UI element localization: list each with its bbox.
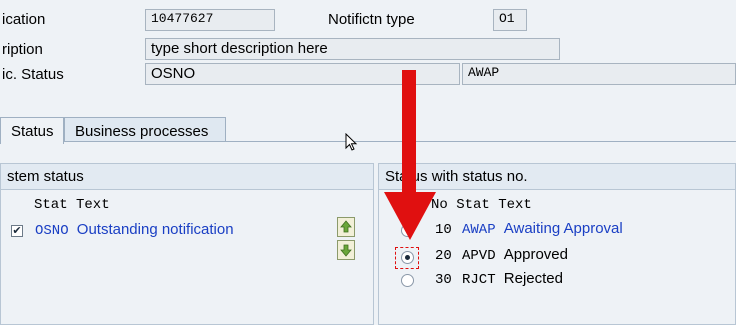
status-row-30: 30 RJCT Rejected (435, 270, 563, 288)
description-field[interactable]: type short description here (145, 38, 560, 60)
radio-selected-dot (405, 255, 410, 260)
status-row-20: 20 APVD Approved (435, 246, 568, 264)
notification-number-field[interactable]: 10477627 (145, 9, 275, 31)
status-code: APVD (461, 248, 496, 264)
user-status-column-header: No Stat Text (431, 197, 532, 213)
notification-type-field[interactable]: O1 (493, 9, 527, 31)
status-label: ic. Status (2, 66, 64, 83)
status-radio-30[interactable] (401, 274, 414, 287)
tab-status[interactable]: Status (0, 117, 64, 144)
status-text: Approved (503, 246, 568, 263)
status-code: RJCT (461, 272, 496, 288)
move-down-icon[interactable] (337, 240, 355, 260)
system-status-checkbox[interactable]: ✔ (11, 225, 23, 237)
notification-type-label: Notifictn type (328, 11, 415, 28)
mouse-cursor-icon (345, 133, 358, 151)
status-text: Rejected (503, 270, 563, 287)
status-row-10: 10 AWAP Awaiting Approval (435, 220, 623, 238)
status-no: 20 (435, 248, 452, 264)
description-label: ription (2, 41, 43, 58)
system-status-code: OSNO (35, 223, 69, 239)
status-radio-20[interactable] (401, 251, 414, 264)
red-arrow-annotation (384, 70, 436, 240)
move-up-icon[interactable] (337, 217, 355, 237)
status-code: AWAP (461, 222, 496, 238)
status-text: Awaiting Approval (503, 220, 623, 237)
tab-business-processes[interactable]: Business processes (64, 117, 226, 141)
system-status-panel: stem status Stat Text ✔ OSNO Outstanding… (0, 163, 374, 325)
system-status-row: OSNO Outstanding notification (35, 221, 234, 239)
system-status-title: stem status (1, 164, 373, 190)
system-status-text: Outstanding notification (76, 221, 234, 238)
user-status-field[interactable]: AWAP (462, 63, 736, 85)
status-no: 30 (435, 272, 452, 288)
system-status-column-header: Stat Text (34, 197, 110, 213)
notification-label: ication (2, 11, 46, 28)
